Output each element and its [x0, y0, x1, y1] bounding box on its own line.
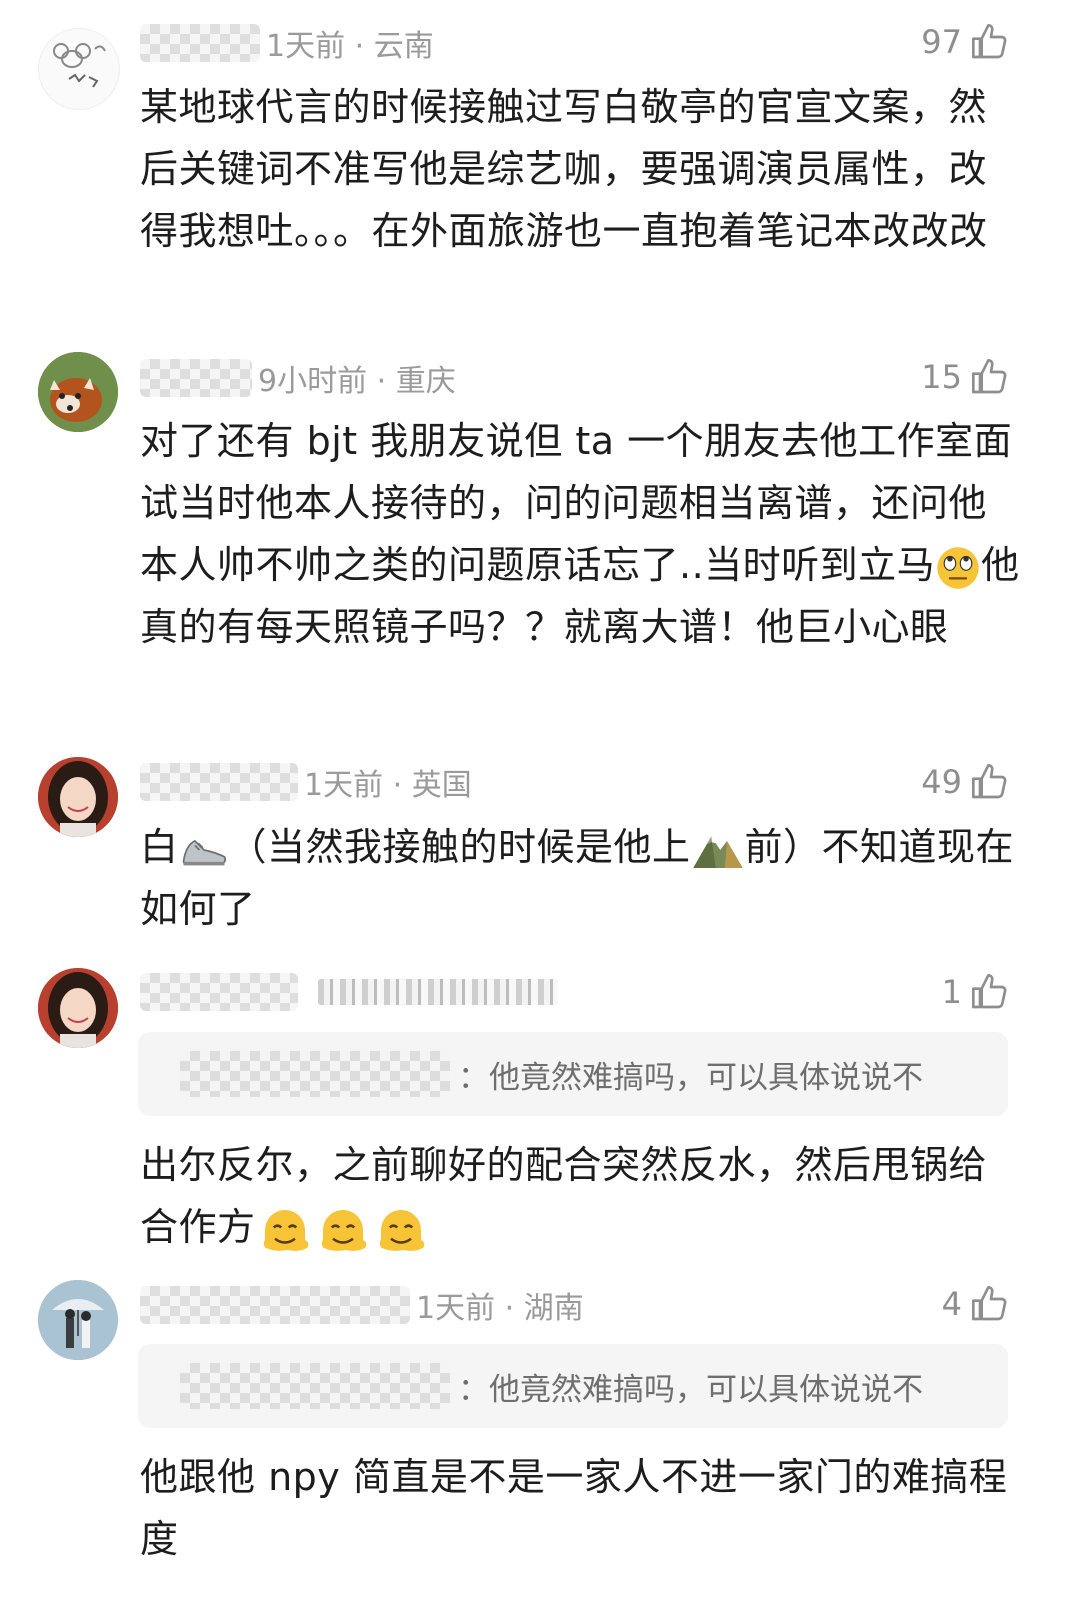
melting-face-emoji-icon	[379, 1209, 424, 1251]
username-mosaic	[140, 763, 298, 801]
quoted-reply[interactable]: ：他竟然难搞吗，可以具体说说不	[138, 1032, 1008, 1116]
avatar[interactable]	[38, 1280, 118, 1360]
comment-text: 某地球代言的时候接触过写白敬亭的官宣文案，然后关键词不准写他是综艺咖，要强调演员…	[140, 85, 988, 253]
username-mosaic	[140, 1286, 410, 1324]
time-location: 1天前 · 湖南	[416, 1291, 584, 1326]
like-count: 15	[921, 358, 962, 396]
like-count: 97	[921, 23, 962, 61]
red-panda-icon	[38, 352, 118, 432]
melting-face-emoji-group	[256, 1205, 430, 1251]
thumbs-up-icon	[972, 1286, 1007, 1321]
like-count: 4	[941, 1285, 962, 1323]
quoted-username-mosaic	[180, 1363, 450, 1409]
avatar[interactable]	[38, 968, 118, 1048]
time-location: 9小时前 · 重庆	[258, 364, 456, 399]
sneaker-emoji-icon	[182, 839, 226, 865]
comment-text: 出尔反尔，之前聊好的配合突然反水，然后甩锅给合作方	[140, 1134, 1020, 1258]
quoted-text: ：他竟然难搞吗，可以具体说说不	[458, 1059, 923, 1096]
thumbs-up-icon	[972, 359, 1007, 394]
avatar[interactable]	[38, 352, 118, 432]
username-mosaic	[140, 359, 252, 397]
comment-text: 他跟他 npy 简直是不是一家人不进一家门的难搞程度	[140, 1455, 1008, 1561]
comment-text-part: （当然我接触的时候是他上	[228, 825, 691, 869]
username-mosaic	[140, 24, 260, 62]
eye-roll-emoji-icon	[937, 546, 979, 589]
thumbs-up-icon	[972, 24, 1007, 59]
quoted-text: ：他竟然难搞吗，可以具体说说不	[458, 1371, 923, 1408]
portrait-woman-icon	[38, 968, 118, 1048]
like-button[interactable]: 1	[942, 970, 1010, 1014]
portrait-woman-icon	[38, 757, 118, 837]
like-button[interactable]: 15	[921, 355, 1010, 399]
like-button[interactable]: 97	[921, 20, 1010, 64]
like-count: 1	[941, 973, 962, 1011]
comment-meta	[140, 972, 558, 1012]
quoted-reply[interactable]: ：他竟然难搞吗，可以具体说说不	[138, 1344, 1008, 1428]
time-location: 1天前 · 英国	[304, 768, 472, 803]
quoted-username-mosaic	[180, 1051, 450, 1097]
melting-face-emoji-icon	[263, 1209, 308, 1251]
username-mosaic	[140, 973, 298, 1011]
blurred-meta	[318, 979, 558, 1005]
like-button[interactable]: 4	[942, 1282, 1010, 1326]
koala-sketch-icon	[53, 43, 106, 88]
thumbs-up-icon	[972, 974, 1007, 1009]
mountain-emoji-icon	[692, 836, 743, 868]
time-location: 1天前 · 云南	[266, 29, 434, 64]
avatar[interactable]	[38, 757, 118, 837]
comment-meta: 9小时前 · 重庆	[140, 358, 456, 399]
comment-meta: 1天前 · 云南	[140, 23, 434, 64]
couple-umbrella-icon	[38, 1280, 118, 1360]
avatar[interactable]	[38, 28, 120, 110]
comment-text-part: 白	[140, 825, 179, 869]
comment-meta: 1天前 · 湖南	[140, 1285, 584, 1326]
like-count: 49	[921, 763, 962, 801]
melting-face-emoji-icon	[321, 1209, 366, 1251]
thumbs-up-icon	[972, 764, 1007, 799]
comment-text: 对了还有 bjt 我朋友说但 ta 一个朋友去他工作室面试当时他本人接待的，问的…	[140, 410, 1020, 658]
comment-text: 白（当然我接触的时候是他上 前）不知道现在如何了	[140, 816, 1020, 940]
like-button[interactable]: 49	[921, 760, 1010, 804]
comment-meta: 1天前 · 英国	[140, 762, 472, 803]
comment-text-part: 对了还有 bjt 我朋友说但 ta 一个朋友去他工作室面试当时他本人接待的，问的…	[140, 419, 1013, 587]
